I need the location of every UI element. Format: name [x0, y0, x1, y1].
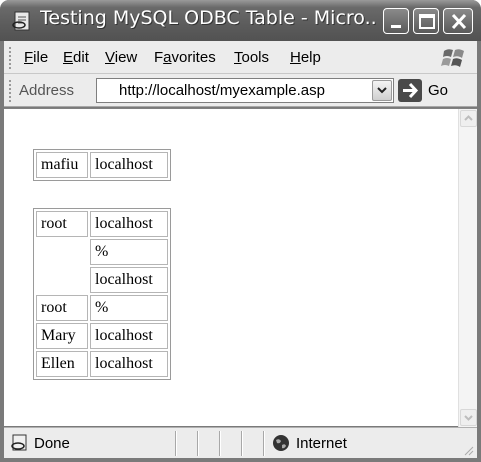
- menu-edit-label: dit: [73, 49, 89, 66]
- table-cell: root: [36, 211, 88, 237]
- menu-favorites-accesskey: a: [163, 49, 172, 66]
- title-bar[interactable]: Testing MySQL ODBC Table - Micro...: [0, 0, 481, 41]
- table-row: localhost: [36, 267, 168, 293]
- windows-logo-icon: [440, 45, 468, 71]
- status-divider: [241, 431, 243, 456]
- table-cell: mafiu: [36, 152, 88, 178]
- table-cell: localhost: [90, 211, 168, 237]
- menu-view[interactable]: View: [105, 49, 137, 66]
- table-cell-empty: [36, 239, 88, 265]
- menu-tools-accesskey: T: [234, 49, 242, 66]
- table-row: Ellen localhost: [36, 351, 168, 377]
- menu-tools-label: ools: [241, 49, 270, 66]
- address-input[interactable]: http://localhost/myexample.asp: [96, 78, 394, 103]
- minimize-icon: [391, 25, 401, 28]
- status-divider: [219, 431, 221, 456]
- menu-edit-accesskey: E: [63, 49, 74, 66]
- page-content: mafiu localhost root localhost % localho…: [4, 108, 477, 427]
- ie-page-icon: [11, 10, 33, 32]
- table-cell: Ellen: [36, 351, 88, 377]
- table-cell: %: [90, 239, 168, 265]
- close-button[interactable]: [443, 8, 473, 34]
- menu-file[interactable]: File: [24, 49, 48, 66]
- menu-help[interactable]: Help: [290, 49, 321, 66]
- arrow-right-icon: [403, 82, 419, 99]
- security-zone-label: Internet: [296, 435, 347, 452]
- menu-file-label: ile: [33, 49, 49, 66]
- status-divider: [263, 431, 265, 456]
- address-bar: Address http://localhost/myexample.asp G…: [4, 74, 477, 107]
- menu-view-accesskey: V: [105, 49, 115, 66]
- table-row: mafiu localhost: [36, 152, 168, 178]
- table-cell: localhost: [90, 351, 168, 377]
- menu-bar: File Edit View Favorites Tools Help: [4, 41, 477, 74]
- menu-view-label: iew: [114, 49, 138, 66]
- table-cell: root: [36, 295, 88, 321]
- window-title: Testing MySQL ODBC Table - Micro...: [40, 7, 376, 29]
- table-cell: localhost: [90, 267, 168, 293]
- chevron-down-icon: [377, 87, 387, 94]
- menu-favorites[interactable]: Favorites: [154, 49, 216, 66]
- go-button[interactable]: [398, 79, 422, 102]
- go-label[interactable]: Go: [428, 82, 448, 99]
- status-divider: [175, 431, 177, 456]
- status-bar: Done Internet: [4, 427, 477, 458]
- menu-edit[interactable]: Edit: [63, 49, 89, 66]
- table-row: root %: [36, 295, 168, 321]
- address-url[interactable]: http://localhost/myexample.asp: [119, 82, 325, 99]
- table-row: Mary localhost: [36, 323, 168, 349]
- maximize-button[interactable]: [413, 8, 439, 34]
- table-row: %: [36, 239, 168, 265]
- page-icon: [10, 434, 30, 452]
- address-label: Address: [19, 82, 75, 99]
- results-table-2: root localhost % localhost root % Mary l…: [33, 208, 171, 380]
- toolbar-grip[interactable]: [9, 80, 12, 102]
- table-cell: Mary: [36, 323, 88, 349]
- table-cell: %: [90, 295, 168, 321]
- globe-icon: [272, 434, 290, 452]
- results-table-1: mafiu localhost: [33, 149, 171, 181]
- close-icon: [451, 13, 467, 30]
- status-divider: [197, 431, 199, 456]
- menu-favorites-prefix: F: [154, 49, 164, 66]
- address-dropdown-button[interactable]: [372, 80, 392, 101]
- browser-window: Testing MySQL ODBC Table - Micro... File…: [0, 0, 481, 462]
- table-cell: localhost: [90, 323, 168, 349]
- maximize-icon: [419, 14, 435, 29]
- minimize-button[interactable]: [383, 8, 409, 34]
- scroll-down-button[interactable]: [460, 409, 477, 426]
- resize-grip-icon[interactable]: [462, 443, 474, 456]
- table-row: root localhost: [36, 211, 168, 237]
- table-cell: localhost: [90, 152, 168, 178]
- menu-file-accesskey: F: [24, 49, 34, 66]
- menu-help-accesskey: H: [290, 49, 301, 66]
- chevron-up-icon: [464, 115, 473, 121]
- scroll-up-button[interactable]: [460, 110, 477, 127]
- table-cell-empty: [36, 267, 88, 293]
- menu-favorites-label: vorites: [171, 49, 216, 66]
- toolbar-grip[interactable]: [9, 47, 12, 69]
- menu-help-label: elp: [300, 49, 321, 66]
- vertical-scrollbar[interactable]: [458, 109, 477, 427]
- status-text: Done: [34, 435, 70, 452]
- menu-tools[interactable]: Tools: [234, 49, 269, 66]
- chevron-down-icon: [464, 415, 473, 421]
